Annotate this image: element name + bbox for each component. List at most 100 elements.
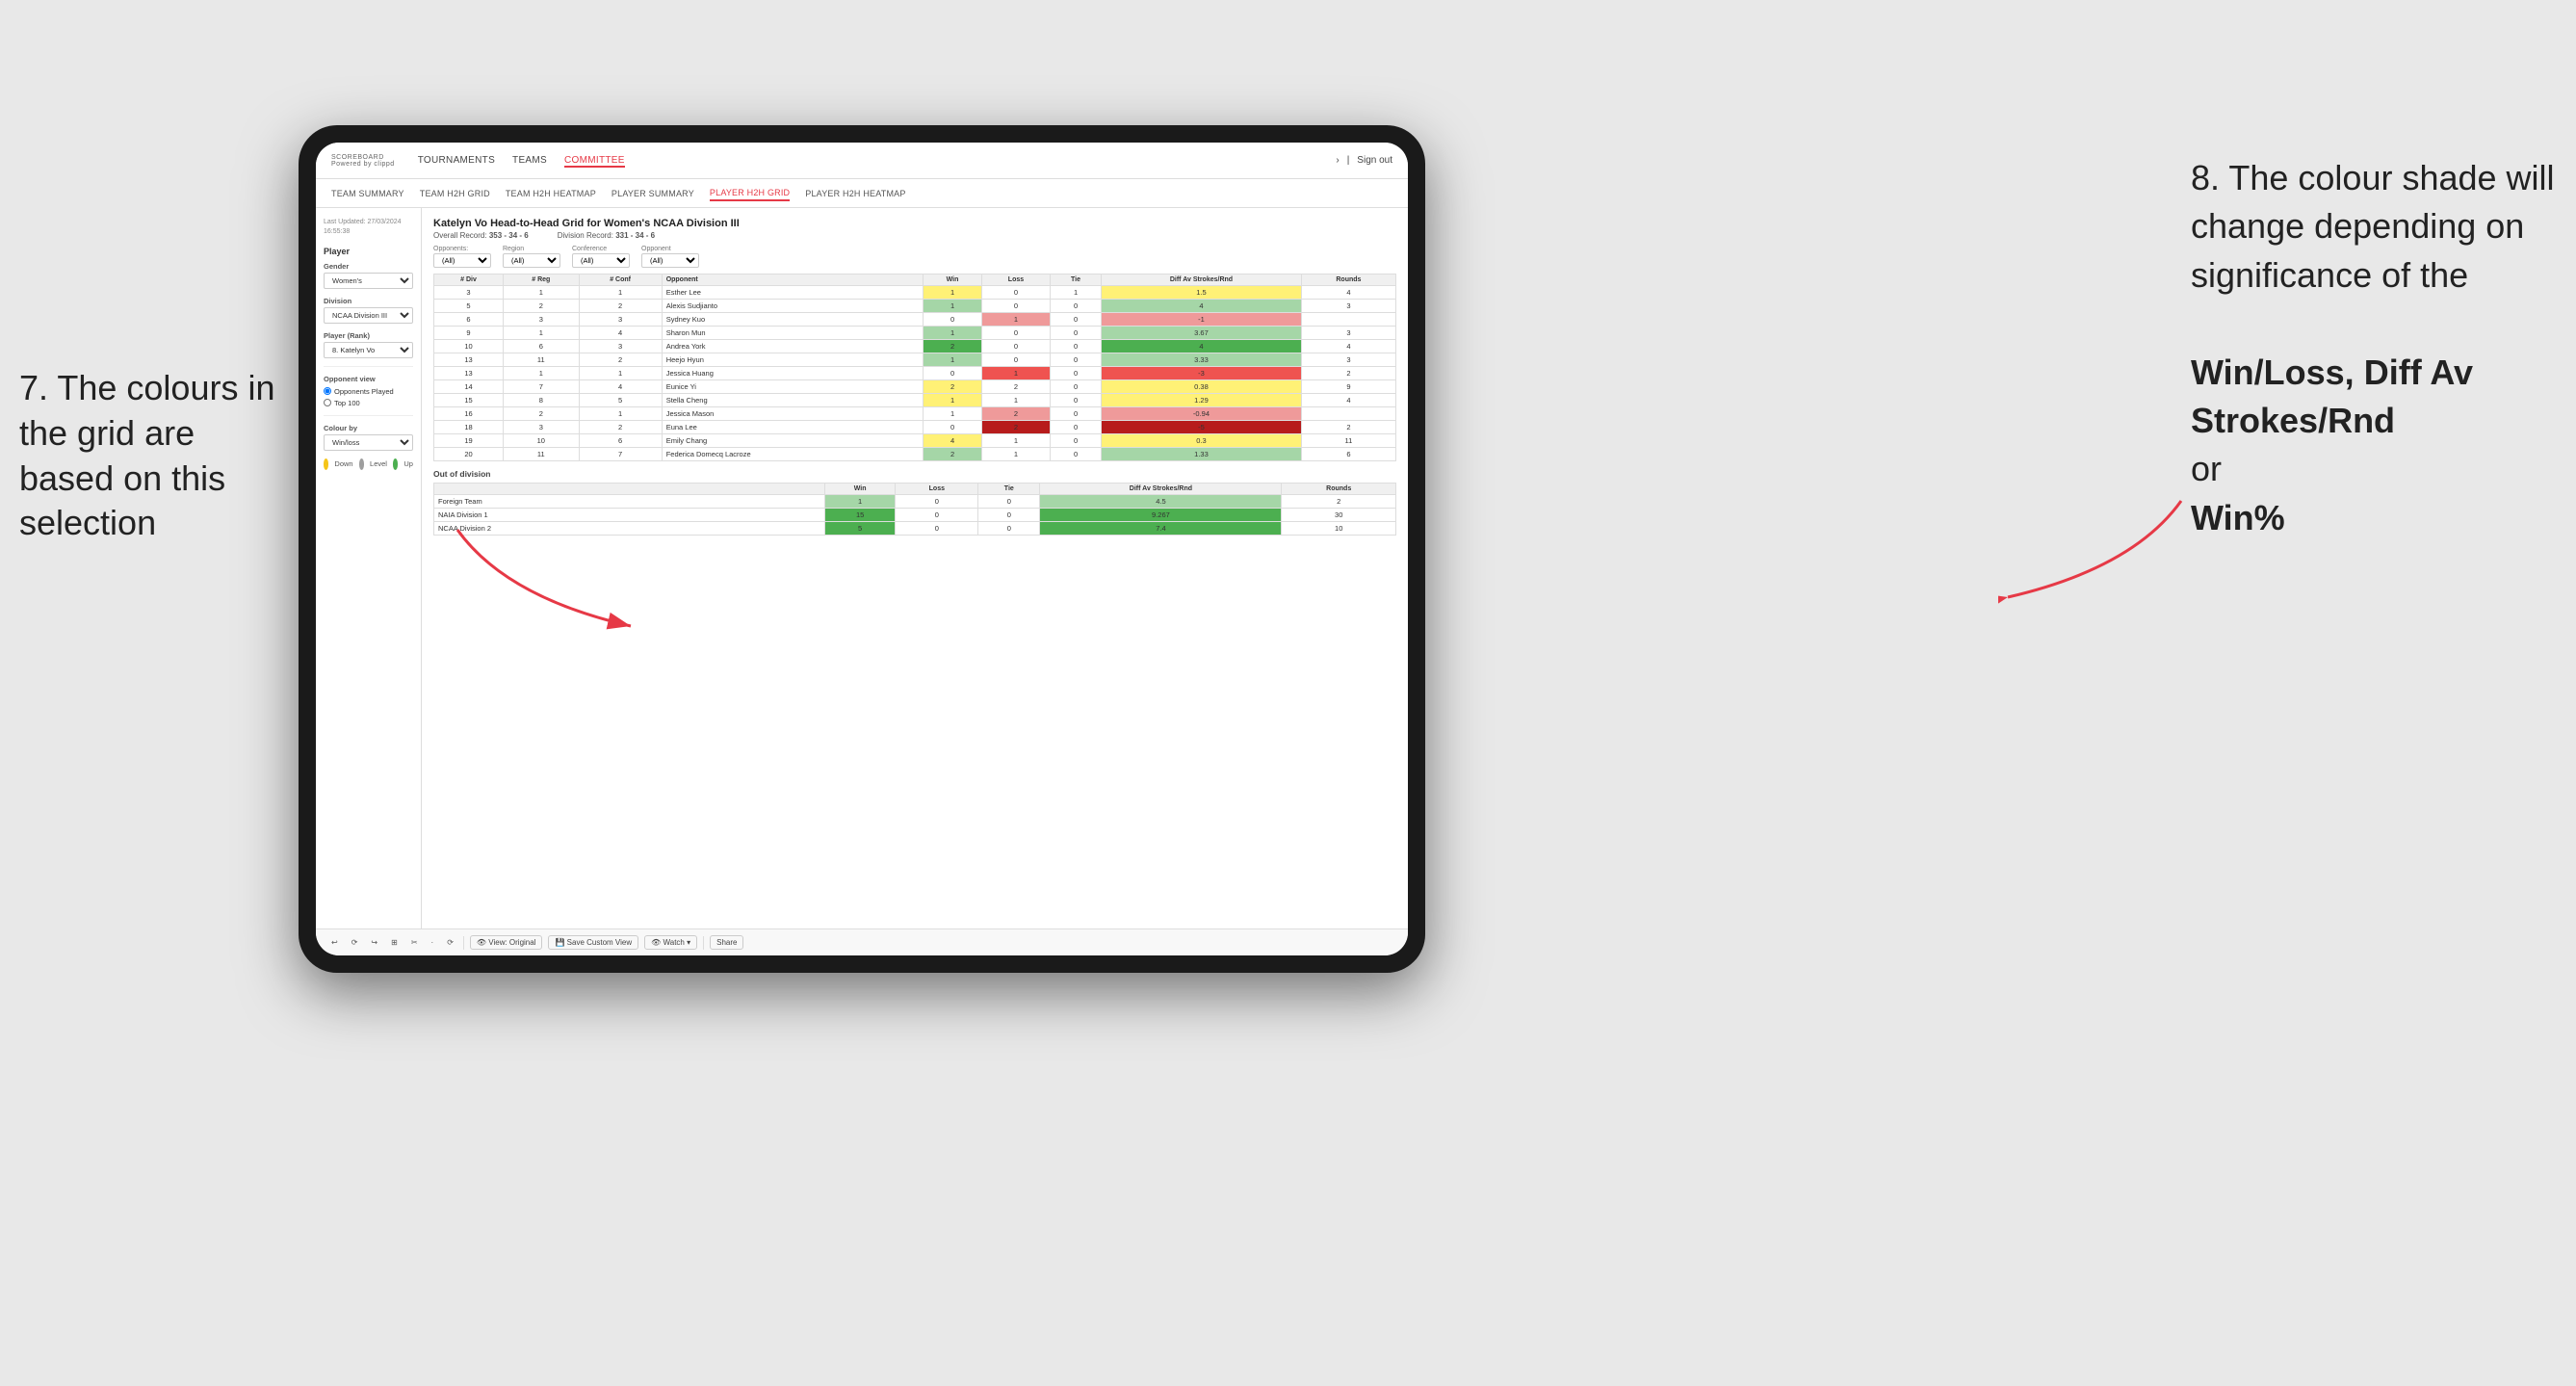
- sidebar-gender-label: Gender: [324, 262, 413, 271]
- cell-diff: 3.67: [1102, 327, 1302, 340]
- ood-cell-tie: 0: [978, 522, 1040, 536]
- toolbar-cut[interactable]: ✂: [407, 936, 422, 949]
- sub-nav-team-summary[interactable]: TEAM SUMMARY: [331, 187, 404, 200]
- ood-cell-win: 1: [824, 495, 896, 509]
- sidebar-gender-select[interactable]: Women's: [324, 273, 413, 289]
- cell-div: 9: [434, 327, 504, 340]
- cell-div: 3: [434, 286, 504, 300]
- annotation-left: 7. The colours in the grid are based on …: [19, 366, 289, 546]
- cell-div: 20: [434, 448, 504, 461]
- cell-div: 14: [434, 380, 504, 394]
- ood-cell-rounds: 2: [1282, 495, 1396, 509]
- ood-cell-win: 5: [824, 522, 896, 536]
- cell-win: 2: [924, 340, 982, 353]
- toolbar-reload[interactable]: ⟳: [443, 936, 457, 949]
- toolbar-refresh[interactable]: ⟳: [348, 936, 362, 949]
- filter-region-select[interactable]: (All): [503, 253, 560, 268]
- radio-top100[interactable]: Top 100: [324, 399, 413, 407]
- col-win: Win: [924, 275, 982, 286]
- ood-section-label: Out of division: [433, 469, 1396, 479]
- filter-opponents-select[interactable]: (All): [433, 253, 491, 268]
- table-row: 20 11 7 Federica Domecq Lacroze 2 1 0 1.…: [434, 448, 1396, 461]
- sidebar-colour-by-select[interactable]: Win/loss: [324, 434, 413, 451]
- cell-conf: 2: [579, 421, 662, 434]
- toolbar-watch[interactable]: 👁 Watch ▾: [644, 935, 697, 950]
- cell-diff: -0.94: [1102, 407, 1302, 421]
- toolbar-redo[interactable]: ↪: [367, 936, 381, 949]
- sidebar-opponent-radio-group: Opponents Played Top 100: [324, 387, 413, 407]
- cell-win: 0: [924, 421, 982, 434]
- nav-committee[interactable]: COMMITTEE: [564, 153, 625, 168]
- toolbar-save-custom-view[interactable]: 💾 Save Custom View: [548, 935, 638, 950]
- table-row: 13 1 1 Jessica Huang 0 1 0 -3 2: [434, 367, 1396, 380]
- cell-tie: 0: [1050, 300, 1101, 313]
- filter-conference-select[interactable]: (All): [572, 253, 630, 268]
- cell-tie: 0: [1050, 353, 1101, 367]
- sign-out-link[interactable]: Sign out: [1357, 155, 1392, 166]
- annotation-right: 8. The colour shade will change dependin…: [2191, 154, 2557, 542]
- filter-conference-group: Conference (All): [572, 246, 630, 268]
- table-row: 18 3 2 Euna Lee 0 2 0 -5 2: [434, 421, 1396, 434]
- sidebar-division-select[interactable]: NCAA Division III: [324, 307, 413, 324]
- cell-reg: 10: [504, 434, 580, 448]
- cell-win: 0: [924, 367, 982, 380]
- cell-div: 5: [434, 300, 504, 313]
- cell-opponent: Eunice Yi: [662, 380, 923, 394]
- sidebar-colour-by-field: Colour by Win/loss: [324, 424, 413, 451]
- sub-nav-player-summary[interactable]: PLAYER SUMMARY: [611, 187, 694, 200]
- cell-diff: 4: [1102, 340, 1302, 353]
- cell-tie: 0: [1050, 421, 1101, 434]
- cell-diff: -5: [1102, 421, 1302, 434]
- toolbar-dot[interactable]: ·: [428, 936, 438, 949]
- legend-level-dot: [359, 458, 364, 470]
- cell-conf: 2: [579, 300, 662, 313]
- sidebar-player-rank-select[interactable]: 8. Katelyn Vo: [324, 342, 413, 358]
- toolbar-grid[interactable]: ⊞: [387, 936, 402, 949]
- cell-opponent: Stella Cheng: [662, 394, 923, 407]
- sub-nav-team-h2h-grid[interactable]: TEAM H2H GRID: [420, 187, 490, 200]
- ood-cell-tie: 0: [978, 495, 1040, 509]
- cell-diff: 1.29: [1102, 394, 1302, 407]
- cell-tie: 0: [1050, 327, 1101, 340]
- cell-loss: 2: [982, 407, 1051, 421]
- cell-win: 1: [924, 327, 982, 340]
- cell-diff: 4: [1102, 300, 1302, 313]
- toolbar-share[interactable]: Share: [710, 935, 743, 950]
- bottom-toolbar: ↩ ⟳ ↪ ⊞ ✂ · ⟳ 👁 View: Original 💾 Save Cu…: [316, 928, 1408, 955]
- cell-opponent: Jessica Mason: [662, 407, 923, 421]
- nav-teams[interactable]: TEAMS: [512, 153, 547, 168]
- sub-nav: TEAM SUMMARY TEAM H2H GRID TEAM H2H HEAT…: [316, 179, 1408, 208]
- toolbar-view-original[interactable]: 👁 View: Original: [470, 935, 543, 950]
- nav-tournaments[interactable]: TOURNAMENTS: [418, 153, 495, 168]
- cell-loss: 0: [982, 286, 1051, 300]
- toolbar-undo[interactable]: ↩: [327, 936, 342, 949]
- cell-opponent: Jessica Huang: [662, 367, 923, 380]
- table-row: 16 2 1 Jessica Mason 1 2 0 -0.94: [434, 407, 1396, 421]
- cell-rounds: 3: [1301, 327, 1395, 340]
- sub-nav-player-h2h-grid[interactable]: PLAYER H2H GRID: [710, 186, 790, 201]
- cell-loss: 0: [982, 353, 1051, 367]
- filter-opponent-select[interactable]: (All): [641, 253, 699, 268]
- sub-nav-player-h2h-heatmap[interactable]: PLAYER H2H HEATMAP: [805, 187, 905, 200]
- ood-cell-loss: 0: [896, 509, 978, 522]
- toolbar-sep1: [463, 936, 464, 950]
- radio-opponents-played[interactable]: Opponents Played: [324, 387, 413, 396]
- sidebar-division-field: Division NCAA Division III: [324, 297, 413, 324]
- ood-cell-loss: 0: [896, 522, 978, 536]
- cell-diff: -3: [1102, 367, 1302, 380]
- ood-col-rounds: Rounds: [1282, 484, 1396, 495]
- cell-div: 19: [434, 434, 504, 448]
- cell-diff: 3.33: [1102, 353, 1302, 367]
- cell-diff: 1.33: [1102, 448, 1302, 461]
- filter-row: Opponents: (All) Region (All) Conference: [433, 246, 1396, 268]
- cell-conf: 2: [579, 353, 662, 367]
- sub-nav-team-h2h-heatmap[interactable]: TEAM H2H HEATMAP: [506, 187, 596, 200]
- cell-reg: 3: [504, 313, 580, 327]
- filter-region-group: Region (All): [503, 246, 560, 268]
- cell-diff: -1: [1102, 313, 1302, 327]
- cell-win: 4: [924, 434, 982, 448]
- cell-opponent: Federica Domecq Lacroze: [662, 448, 923, 461]
- ood-cell-win: 15: [824, 509, 896, 522]
- cell-rounds: 6: [1301, 448, 1395, 461]
- cell-loss: 1: [982, 367, 1051, 380]
